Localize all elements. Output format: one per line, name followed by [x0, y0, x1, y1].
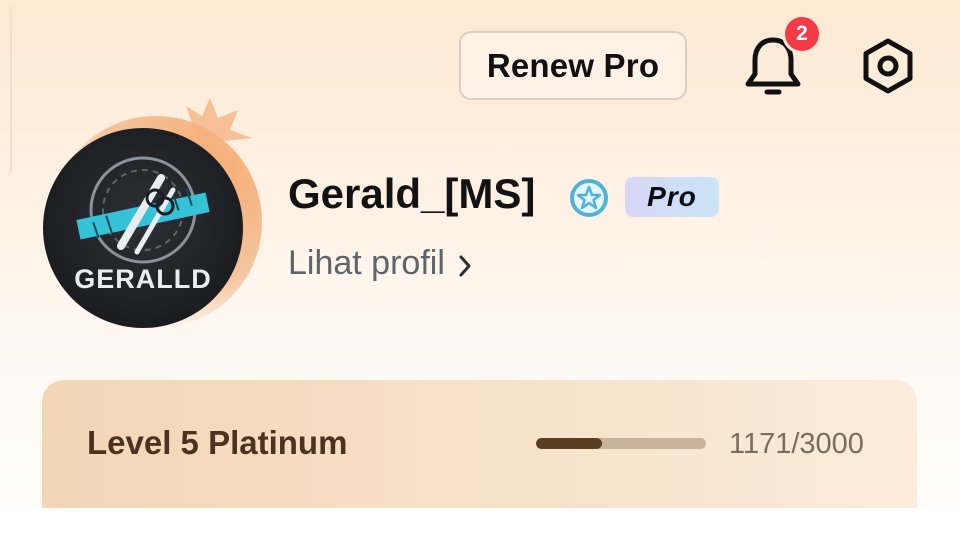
level-title: Level 5 Platinum: [87, 424, 348, 461]
pro-badge: Pro: [625, 177, 719, 217]
side-panel-edge: [0, 6, 12, 176]
renew-pro-button[interactable]: Renew Pro: [459, 31, 687, 100]
level-progress-text: 1171/3000: [729, 428, 864, 460]
avatar[interactable]: GERALLD: [43, 128, 243, 328]
notification-badge: 2: [782, 14, 822, 54]
view-profile-label: Lihat profil: [288, 244, 445, 282]
level-progress-bar: [536, 438, 706, 449]
view-profile-link[interactable]: Lihat profil: [288, 244, 473, 283]
chevron-right-icon: [459, 255, 471, 276]
page-bottom-area: [0, 508, 960, 540]
verified-star-icon: [570, 179, 608, 217]
settings-hex-icon[interactable]: [858, 36, 918, 96]
avatar-logo-graphic: [76, 156, 210, 264]
username[interactable]: Gerald_[MS]: [288, 170, 535, 218]
avatar-logo-text: GERALLD: [74, 264, 212, 294]
level-progress-fill: [536, 438, 603, 449]
avatar-container: GERALLD: [36, 94, 266, 334]
